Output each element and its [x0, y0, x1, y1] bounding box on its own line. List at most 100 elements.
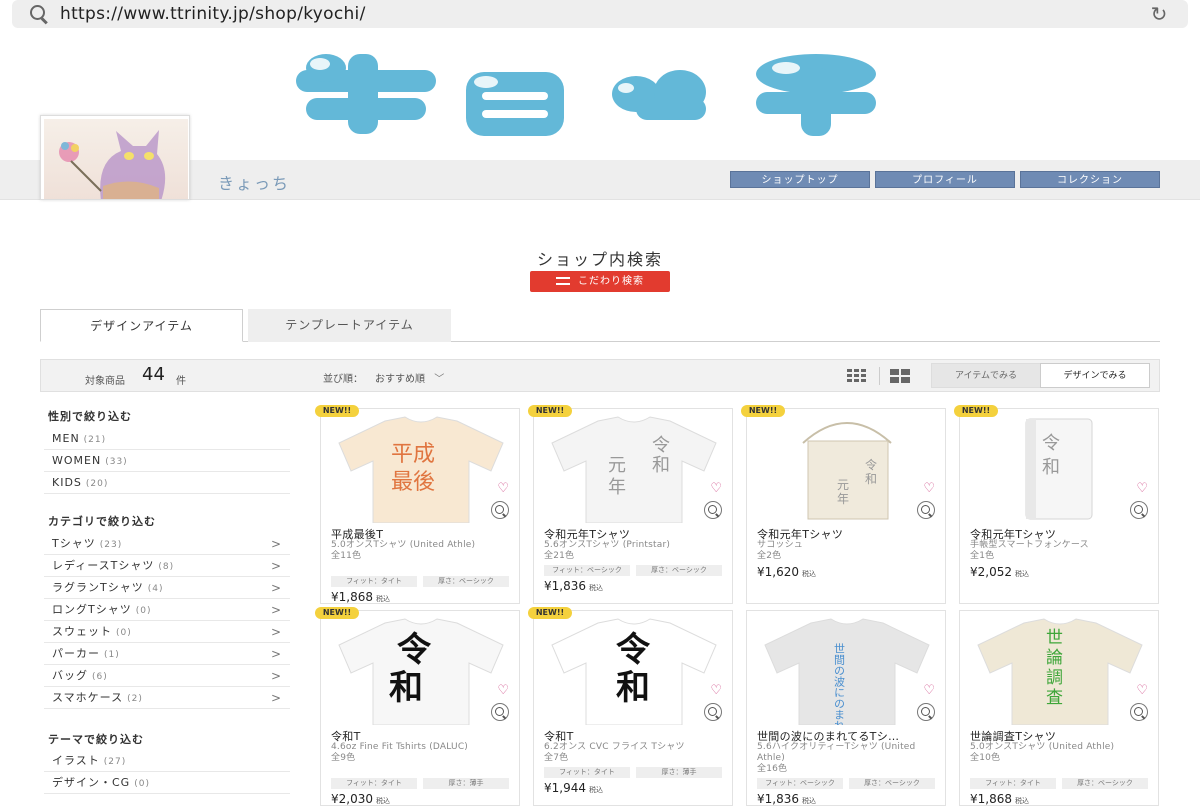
count-label: 対象商品 — [85, 376, 125, 387]
product-tags: フィット：タイト 厚さ：薄手 — [331, 778, 511, 789]
svg-text:令: 令 — [652, 435, 670, 456]
reload-icon[interactable]: ↻ — [1148, 3, 1170, 25]
shop-avatar[interactable] — [40, 115, 190, 200]
svg-text:世間の波にのまれ隊: 世間の波にのまれ隊 — [833, 643, 846, 725]
filter-men[interactable]: MEN (21) — [44, 428, 290, 450]
svg-text:和: 和 — [389, 668, 423, 708]
product-card[interactable]: NEW!! 令 和 ♡ 令和T 6.2オンス CVC フライス Tシャツ 全7色 フィット… — [528, 607, 733, 806]
grid-small-icon[interactable] — [847, 369, 867, 383]
theme-illust[interactable]: イラスト (27) — [44, 750, 290, 772]
item-count: 44 — [142, 364, 165, 385]
zoom-icon[interactable] — [704, 501, 722, 519]
heart-icon[interactable]: ♡ — [710, 683, 722, 698]
heart-icon[interactable]: ♡ — [923, 481, 935, 496]
product-price: ¥1,620 税込 — [757, 565, 816, 579]
zoom-icon[interactable] — [917, 501, 935, 519]
category-label: スウェット — [52, 625, 112, 638]
chevron-right-icon: > — [270, 691, 282, 705]
product-image[interactable]: 世論 調査 — [966, 615, 1154, 726]
filter-label: WOMEN — [52, 454, 102, 467]
chevron-right-icon: > — [270, 581, 282, 595]
nav-profile-button[interactable]: プロフィール — [875, 171, 1015, 188]
category-count: (2) — [127, 694, 143, 704]
category-tshirt[interactable]: Tシャツ (23) > — [44, 533, 290, 555]
product-image[interactable]: 令 和 元 年 — [753, 413, 941, 523]
product-subtitle: 5.0オンスTシャツ (United Athle) 全11色 — [331, 540, 476, 561]
new-badge: NEW!! — [315, 405, 359, 417]
zoom-icon[interactable] — [917, 703, 935, 721]
filter-women[interactable]: WOMEN (33) — [44, 450, 290, 472]
category-count: (0) — [116, 628, 132, 638]
svg-text:年: 年 — [608, 477, 626, 498]
thickness-tag: 厚さ：薄手 — [423, 778, 509, 789]
product-image[interactable]: 世間の波にのまれ隊 — [753, 615, 941, 742]
svg-text:最後: 最後 — [391, 470, 435, 495]
filter-label: MEN — [52, 432, 80, 445]
product-image[interactable]: 令和 — [966, 413, 1154, 523]
heart-icon[interactable]: ♡ — [1136, 481, 1148, 496]
product-subtitle: 5.6オンスTシャツ (Printstar) 全21色 — [544, 540, 671, 561]
svg-text:元: 元 — [837, 478, 849, 492]
advanced-search-button[interactable]: こだわり検索 — [530, 271, 670, 292]
product-image[interactable]: 令 和 — [327, 615, 515, 726]
nav-collection-button[interactable]: コレクション — [1020, 171, 1160, 188]
heart-icon[interactable]: ♡ — [497, 683, 509, 698]
svg-text:令: 令 — [616, 630, 651, 670]
nav-shop-top-button[interactable]: ショップトップ — [730, 171, 870, 188]
new-badge: NEW!! — [528, 405, 572, 417]
new-badge: NEW!! — [315, 607, 359, 619]
category-raglan-tshirt[interactable]: ラグランTシャツ (4) > — [44, 577, 290, 599]
product-image[interactable]: 平成 最後 — [327, 413, 515, 524]
zoom-icon[interactable] — [704, 703, 722, 721]
product-tags: フィット：タイト 厚さ：ベーシック — [970, 778, 1150, 789]
view-by-items-button[interactable]: アイテムでみる — [931, 363, 1041, 388]
product-card[interactable]: 世論 調査 ♡ 世論調査Tシャツ 5.0オンスTシャツ (United Athle) 全… — [959, 610, 1159, 806]
address-bar[interactable]: https://www.ttrinity.jp/shop/kyochi/ ↻ — [12, 0, 1188, 28]
view-by-designs-button[interactable]: デザインでみる — [1040, 363, 1150, 388]
product-tags: フィット：タイト 厚さ：薄手 — [544, 767, 724, 778]
product-image[interactable]: 令 和 — [540, 615, 728, 726]
thickness-tag: 厚さ：ベーシック — [636, 565, 722, 576]
tab-design-items[interactable]: デザインアイテム — [40, 309, 243, 342]
product-card[interactable]: 世間の波にのまれ隊 ♡ 世間の波にのまれてるTシ… 5.6ハイクオリティーTシャツ (… — [746, 610, 946, 806]
product-subtitle: 5.6ハイクオリティーTシャツ (United Athle) 全16色 — [757, 742, 916, 774]
view-divider — [879, 367, 880, 385]
sort-select-value: おすすめ順 — [375, 374, 425, 385]
zoom-icon[interactable] — [1130, 703, 1148, 721]
shop-search-title: ショップ内検索 — [536, 250, 663, 269]
fit-tag: フィット：タイト — [331, 778, 417, 789]
product-card[interactable]: NEW!! 令 和 元 年 ♡ 令和元年Tシャツ サコッシュ 全2色 ¥1,620 税込 — [741, 405, 946, 604]
thickness-tag: 厚さ：ベーシック — [1062, 778, 1148, 789]
chevron-right-icon: > — [270, 625, 282, 639]
product-card[interactable]: NEW!! 平成 最後 ♡ 平成最後T 5.0オンスTシャツ (United Athle)… — [315, 405, 520, 604]
category-hoodie[interactable]: パーカー (1) > — [44, 643, 290, 665]
category-phone-case[interactable]: スマホケース (2) > — [44, 687, 290, 709]
zoom-icon[interactable] — [1130, 501, 1148, 519]
category-label: パーカー — [52, 647, 100, 660]
heart-icon[interactable]: ♡ — [1136, 683, 1148, 698]
filter-kids[interactable]: KIDS (20) — [44, 472, 290, 494]
sort-select[interactable]: おすすめ順 ﹀ — [375, 370, 444, 385]
category-sweat[interactable]: スウェット (0) > — [44, 621, 290, 643]
heart-icon[interactable]: ♡ — [923, 683, 935, 698]
heart-icon[interactable]: ♡ — [497, 481, 509, 496]
product-card[interactable]: NEW!! 令 和 ♡ 令和T 4.6oz Fine Fit Tshirts (DALU… — [315, 607, 520, 806]
thickness-tag: 厚さ：ベーシック — [849, 778, 935, 789]
product-card[interactable]: NEW!! 令和 ♡ 令和元年Tシャツ 手帳型スマートフォンケース 全1色 ¥2,052 税… — [954, 405, 1159, 604]
product-card[interactable]: NEW!! 令 和 元 年 ♡ 令和元年Tシャツ 5.6オンスTシャツ (Printst… — [528, 405, 733, 604]
chevron-right-icon: > — [270, 669, 282, 683]
category-bag[interactable]: バッグ (6) > — [44, 665, 290, 687]
category-long-tshirt[interactable]: ロングTシャツ (0) > — [44, 599, 290, 621]
url-text[interactable]: https://www.ttrinity.jp/shop/kyochi/ — [60, 4, 366, 24]
tab-template-items[interactable]: テンプレートアイテム — [248, 309, 451, 342]
theme-design-cg[interactable]: デザイン・CG (0) — [44, 772, 290, 794]
cat-illustration — [59, 130, 166, 199]
heart-icon[interactable]: ♡ — [710, 481, 722, 496]
category-ladies-tshirt[interactable]: レディースTシャツ (8) > — [44, 555, 290, 577]
gender-filter-title: 性別で絞り込む — [48, 410, 132, 423]
zoom-icon[interactable] — [491, 703, 509, 721]
grid-large-icon[interactable] — [890, 369, 910, 383]
shop-name[interactable]: きょっち — [218, 170, 290, 194]
zoom-icon[interactable] — [491, 501, 509, 519]
product-image[interactable]: 令 和 元 年 — [540, 413, 728, 524]
